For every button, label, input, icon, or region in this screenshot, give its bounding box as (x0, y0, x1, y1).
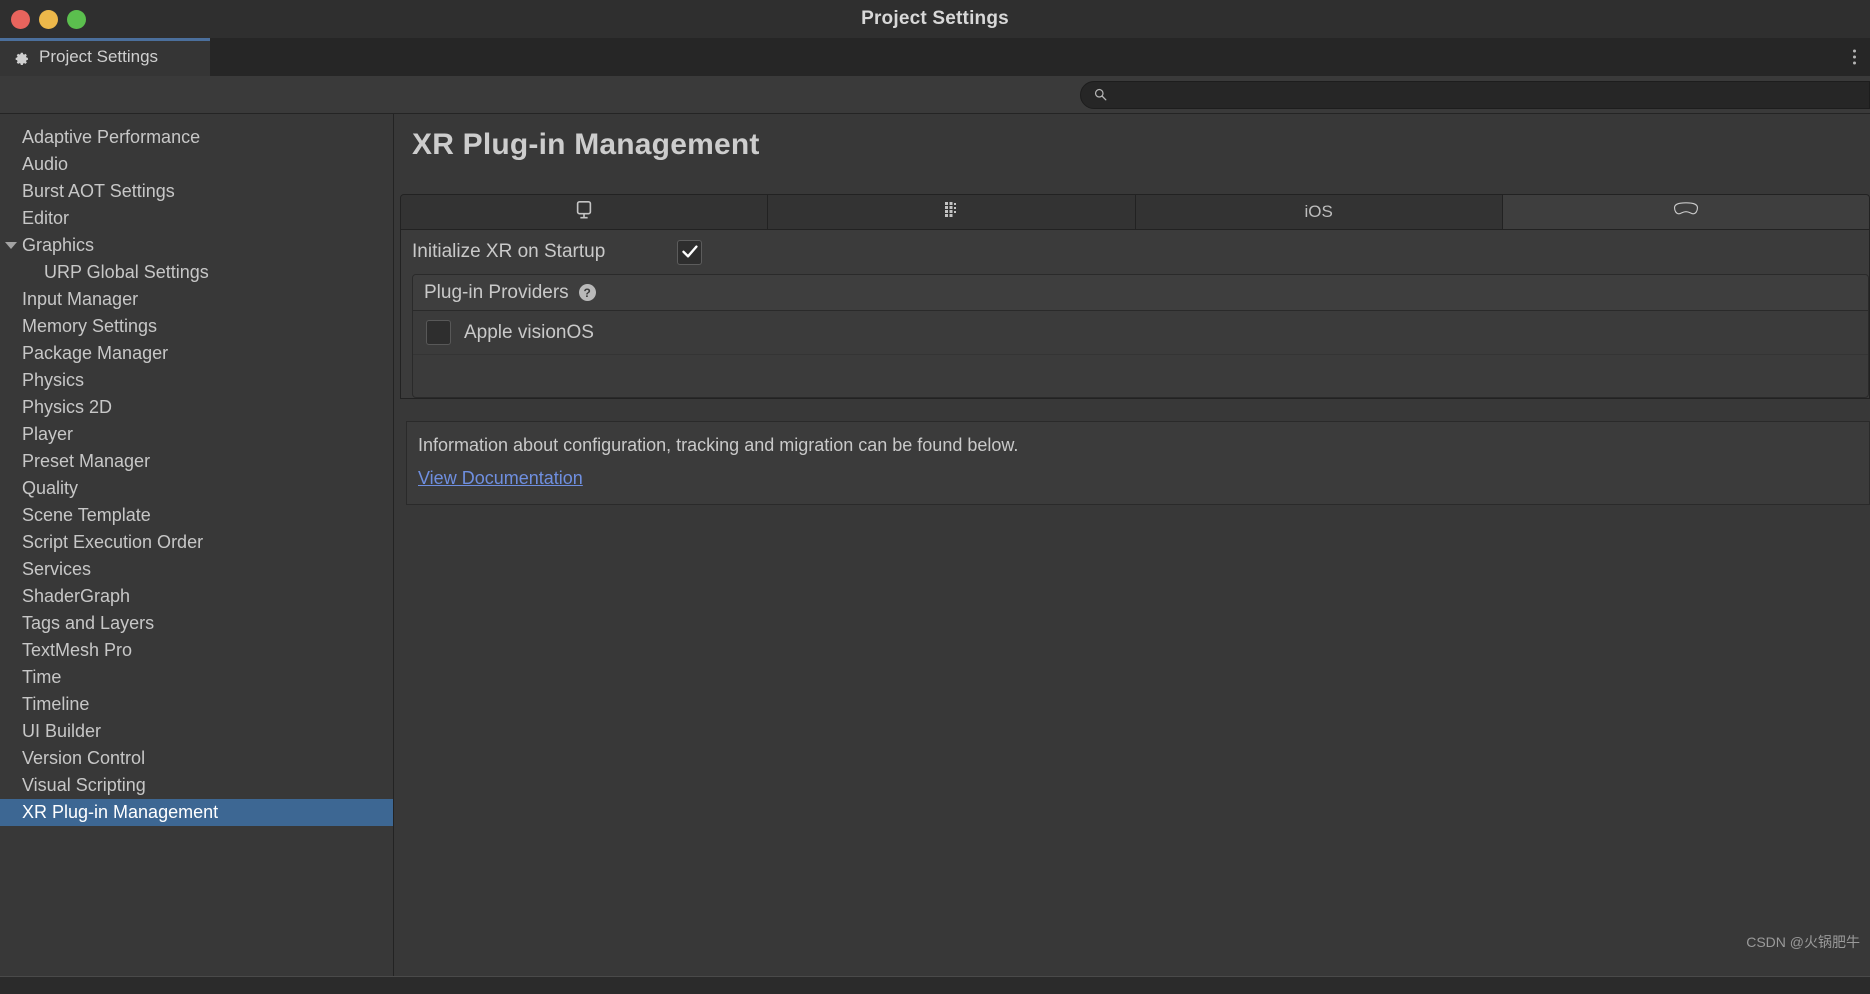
sidebar-item-xr-plug-in-management[interactable]: XR Plug-in Management (0, 799, 393, 826)
view-documentation-link[interactable]: View Documentation (418, 468, 583, 489)
sidebar-item-time[interactable]: Time (0, 664, 393, 691)
sidebar-item-label: TextMesh Pro (22, 640, 133, 660)
android-icon (941, 200, 961, 225)
sidebar-item-package-manager[interactable]: Package Manager (0, 340, 393, 367)
initialize-xr-row: Initialize XR on Startup (401, 230, 1869, 274)
platform-settings-area: iOS Initialize XR on Startup Plug-in Pro… (394, 194, 1870, 505)
sidebar-item-label: Burst AOT Settings (22, 181, 175, 201)
sidebar-item-audio[interactable]: Audio (0, 151, 393, 178)
provider-label-apple-visionos: Apple visionOS (464, 321, 594, 343)
plugin-providers-empty-area (413, 355, 1868, 397)
sidebar-item-label: Visual Scripting (22, 775, 146, 795)
tab-ios-label: iOS (1304, 202, 1333, 221)
sidebar-item-ui-builder[interactable]: UI Builder (0, 718, 393, 745)
sidebar-item-adaptive-performance[interactable]: Adaptive Performance (0, 124, 393, 151)
sidebar-item-input-manager[interactable]: Input Manager (0, 286, 393, 313)
sidebar-item-label: Scene Template (22, 505, 151, 525)
status-bar (0, 976, 1870, 993)
editor-tab-strip: Project Settings (0, 38, 1870, 76)
tab-visionos[interactable] (1502, 195, 1869, 229)
sidebar-item-version-control[interactable]: Version Control (0, 745, 393, 772)
xr-settings-panel: Initialize XR on Startup Plug-in Provide… (400, 229, 1870, 399)
tab-project-settings[interactable]: Project Settings (0, 38, 210, 76)
sidebar-list: Adaptive Performance Audio Burst AOT Setti… (0, 124, 393, 826)
gear-icon (12, 48, 30, 66)
sidebar-item-label: Preset Manager (22, 451, 151, 471)
help-question-icon[interactable]: ? (578, 284, 596, 301)
sidebar-item-label: Package Manager (22, 343, 169, 363)
sidebar-item-label: Version Control (22, 748, 146, 768)
sidebar-item-services[interactable]: Services (0, 556, 393, 583)
sidebar-item-label: Editor (22, 208, 70, 228)
page-title: XR Plug-in Management (412, 128, 760, 161)
sidebar-item-textmesh-pro[interactable]: TextMesh Pro (0, 637, 393, 664)
kebab-menu-icon[interactable] (1849, 46, 1860, 69)
sidebar-item-label: XR Plug-in Management (22, 802, 219, 822)
xr-info-box: Information about configuration, trackin… (406, 421, 1870, 505)
plugin-providers-header: Plug-in Providers ? (413, 275, 1868, 311)
sidebar-item-label: Audio (22, 154, 69, 174)
sidebar-item-shadergraph[interactable]: ShaderGraph (0, 583, 393, 610)
settings-toolbar (0, 76, 1870, 114)
tab-standalone-desktop[interactable] (401, 195, 769, 229)
sidebar-item-script-execution-order[interactable]: Script Execution Order (0, 529, 393, 556)
plugin-providers-box: Plug-in Providers ? Apple visionOS (412, 274, 1869, 398)
sidebar-item-label: URP Global Settings (44, 262, 209, 282)
window-titlebar: Project Settings (0, 0, 1870, 38)
tab-android[interactable] (768, 195, 1136, 229)
sidebar-item-urp-global-settings[interactable]: URP Global Settings (0, 259, 393, 286)
sidebar-item-timeline[interactable]: Timeline (0, 691, 393, 718)
sidebar-item-label: Adaptive Performance (22, 127, 201, 147)
sidebar-item-tags-and-layers[interactable]: Tags and Layers (0, 610, 393, 637)
tab-ios[interactable]: iOS (1135, 195, 1503, 229)
sidebar-item-label: ShaderGraph (22, 586, 131, 606)
sidebar-item-physics[interactable]: Physics (0, 367, 393, 394)
settings-sidebar[interactable]: Adaptive Performance Audio Burst AOT Setti… (0, 114, 394, 976)
sidebar-item-label: Memory Settings (22, 316, 158, 336)
platform-tab-row[interactable]: iOS (400, 194, 1870, 229)
desktop-monitor-icon (573, 200, 595, 225)
sidebar-item-label: Physics 2D (22, 397, 113, 417)
search-box[interactable] (1080, 80, 1870, 109)
tab-label: Project Settings (39, 47, 159, 66)
sidebar-item-graphics[interactable]: Graphics (0, 232, 393, 259)
xr-info-text: Information about configuration, trackin… (418, 435, 1019, 455)
sidebar-item-label: Graphics (22, 235, 95, 255)
sidebar-item-visual-scripting[interactable]: Visual Scripting (0, 772, 393, 799)
sidebar-item-preset-manager[interactable]: Preset Manager (0, 448, 393, 475)
sidebar-item-label: Player (22, 424, 74, 444)
sidebar-item-physics-2d[interactable]: Physics 2D (0, 394, 393, 421)
settings-main-panel: XR Plug-in Management iOS Initialize XR … (394, 114, 1870, 976)
provider-checkbox-apple-visionos[interactable] (426, 320, 451, 345)
sidebar-item-label: Tags and Layers (22, 613, 155, 633)
sidebar-item-label: UI Builder (22, 721, 102, 741)
initialize-xr-checkbox[interactable] (677, 239, 702, 265)
sidebar-item-label: Services (22, 559, 92, 579)
sidebar-item-label: Script Execution Order (22, 532, 204, 552)
sidebar-item-label: Quality (22, 478, 79, 498)
sidebar-item-label: Time (22, 667, 62, 687)
sidebar-item-memory-settings[interactable]: Memory Settings (0, 313, 393, 340)
window-title: Project Settings (861, 8, 1009, 29)
sidebar-item-editor[interactable]: Editor (0, 205, 393, 232)
sidebar-item-label: Input Manager (22, 289, 139, 309)
sidebar-item-burst-aot-settings[interactable]: Burst AOT Settings (0, 178, 393, 205)
checkmark-icon (681, 245, 698, 258)
sidebar-item-scene-template[interactable]: Scene Template (0, 502, 393, 529)
sidebar-item-label: Physics (22, 370, 85, 390)
sidebar-item-quality[interactable]: Quality (0, 475, 393, 502)
visionos-headset-icon (1671, 200, 1701, 225)
search-input[interactable] (1114, 86, 1869, 103)
settings-body: Adaptive Performance Audio Burst AOT Setti… (0, 114, 1870, 976)
sidebar-item-label: Timeline (22, 694, 90, 714)
search-icon (1094, 88, 1107, 101)
plugin-providers-title: Plug-in Providers (424, 281, 569, 303)
expand-arrow-icon[interactable] (5, 242, 17, 249)
provider-row-apple-visionos[interactable]: Apple visionOS (413, 311, 1868, 355)
sidebar-item-player[interactable]: Player (0, 421, 393, 448)
initialize-xr-label: Initialize XR on Startup (412, 241, 606, 262)
watermark-text: CSDN @火锅肥牛 (1746, 934, 1860, 950)
